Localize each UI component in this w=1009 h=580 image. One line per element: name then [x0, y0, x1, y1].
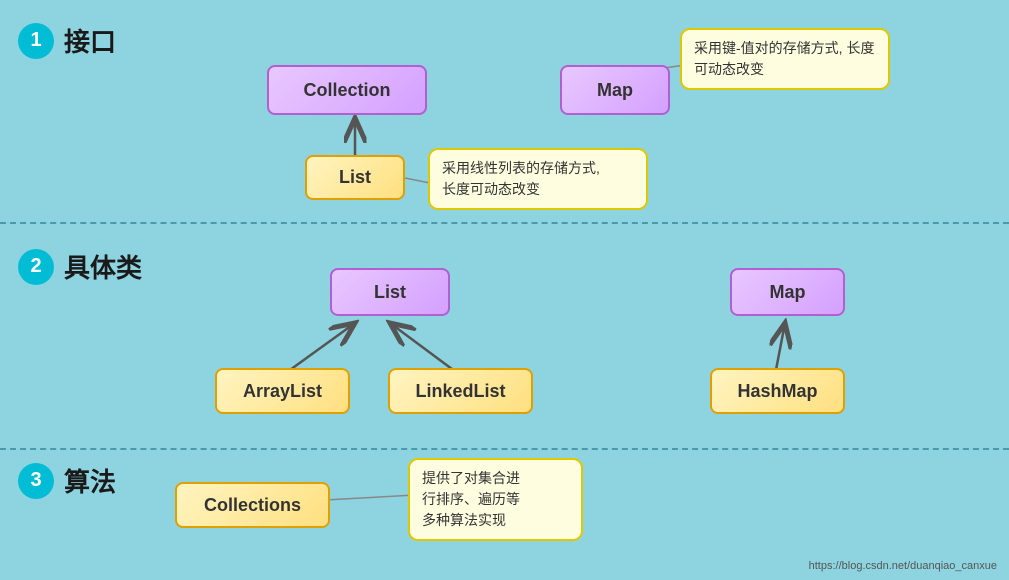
main-container: 1 接口 Collection Map List 采用键-值对的存储方式, 长度…	[0, 0, 1009, 580]
map-box-s2: Map	[730, 268, 845, 316]
arraylist-box: ArrayList	[215, 368, 350, 414]
collection-box: Collection	[267, 65, 427, 115]
section-3-number: 3	[18, 463, 54, 499]
divider-1	[0, 222, 1009, 224]
linkedlist-box: LinkedList	[388, 368, 533, 414]
section-1-label: 1 接口	[18, 22, 116, 59]
map-box-s1: Map	[560, 65, 670, 115]
watermark: https://blog.csdn.net/duanqiao_canxue	[809, 560, 997, 572]
list-box-s1: List	[305, 155, 405, 200]
map-callout: 采用键-值对的存储方式, 长度可动态改变	[680, 28, 890, 90]
section-3-label: 3 算法	[18, 462, 116, 499]
hashmap-box: HashMap	[710, 368, 845, 414]
divider-2	[0, 448, 1009, 450]
collections-callout: 提供了对集合进行排序、遍历等多种算法实现	[408, 458, 583, 541]
section-2-label: 2 具体类	[18, 248, 142, 285]
section-2-title: 具体类	[64, 248, 142, 285]
collections-box: Collections	[175, 482, 330, 528]
list-callout: 采用线性列表的存储方式,长度可动态改变	[428, 148, 648, 210]
section-3-title: 算法	[64, 462, 116, 499]
section-2-number: 2	[18, 249, 54, 285]
list-box-s2: List	[330, 268, 450, 316]
section-1-number: 1	[18, 23, 54, 59]
section-1-title: 接口	[64, 22, 116, 59]
